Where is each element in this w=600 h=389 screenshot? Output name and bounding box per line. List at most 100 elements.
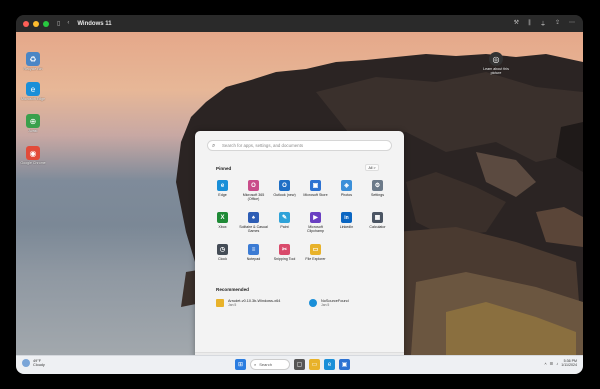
- wrench-icon[interactable]: ⚒: [514, 19, 519, 28]
- search-placeholder: Search for apps, settings, and documents: [222, 143, 304, 148]
- recycle-bin-icon: ♻: [26, 52, 40, 66]
- avast-icon: ⊕: [26, 114, 40, 128]
- edge-icon: [309, 299, 317, 307]
- desktop-icon-chrome[interactable]: ◉ Google Chrome: [20, 146, 46, 165]
- more-icon[interactable]: ⋯: [569, 19, 575, 28]
- taskbar: 49°F Cloudy ⊞ ⌕ Search ▢ ▭ e ▣ ˄ ☰ ♪ 5:36…: [16, 355, 583, 374]
- xbox-icon: X: [217, 212, 228, 223]
- close-window-button[interactable]: [23, 20, 29, 27]
- folder-icon: ▭: [310, 244, 321, 255]
- app-label: Xbox: [218, 225, 227, 229]
- store-icon[interactable]: ▣: [339, 359, 350, 370]
- clock-date: 1/11/2024: [561, 363, 577, 368]
- app-label: Photos: [340, 193, 353, 197]
- usb-icon[interactable]: ⏚: [540, 19, 546, 28]
- pinned-app-calculator[interactable]: ▦ Calculator: [362, 211, 393, 239]
- notepad-icon: ≡: [248, 244, 259, 255]
- app-label: Solitaire & Casual Games: [239, 225, 268, 234]
- host-background: ▯ ‹ Windows 11 ⚒ ∥ ⏚ ⇪ ⋯ ♻ Recycle Bin e…: [0, 0, 600, 389]
- pause-icon[interactable]: ∥: [528, 19, 531, 28]
- desktop-icon-edge[interactable]: e Microsoft Edge: [20, 82, 46, 101]
- taskbar-search-label: Search: [259, 362, 272, 367]
- pinned-app-office[interactable]: O Microsoft 365 (Office): [238, 179, 269, 207]
- recommended-item[interactable]: Arrudet-v0.10.3b-Windows-x64 Jan 5: [216, 299, 280, 307]
- office-icon: O: [248, 180, 259, 191]
- pinned-app-snipping-tool[interactable]: ✂ Snipping Tool: [269, 243, 300, 271]
- file-explorer-icon[interactable]: ▭: [309, 359, 320, 370]
- windows-start-icon[interactable]: ⊞: [235, 359, 246, 370]
- store-icon: ▣: [310, 180, 321, 191]
- pinned-app-paint[interactable]: ✎ Paint: [269, 211, 300, 239]
- share-icon[interactable]: ⇪: [555, 19, 560, 28]
- app-label: LinkedIn: [339, 225, 354, 229]
- pinned-app-settings[interactable]: ⚙ Settings: [362, 179, 393, 207]
- vm-titlebar: ▯ ‹ Windows 11 ⚒ ∥ ⏚ ⇪ ⋯: [16, 15, 583, 32]
- pinned-apps-grid: e Edge O Microsoft 365 (Office) O Outlook (…: [207, 179, 393, 271]
- calculator-icon: ▦: [372, 212, 383, 223]
- pinned-app-outlook[interactable]: O Outlook (new): [269, 179, 300, 207]
- window-title: Windows 11: [77, 20, 112, 27]
- traffic-lights: [23, 20, 49, 27]
- desktop-icon-label: Learn about this picture: [483, 67, 509, 75]
- gear-icon: ⚙: [372, 180, 383, 191]
- scissors-icon: ✂: [279, 244, 290, 255]
- taskbar-apps: ⊞ ⌕ Search ▢ ▭ e ▣: [235, 359, 350, 370]
- back-icon[interactable]: ‹: [67, 20, 69, 27]
- pinned-app-store[interactable]: ▣ Microsoft Store: [300, 179, 331, 207]
- photos-icon: ◈: [341, 180, 352, 191]
- app-label: Outlook (new): [273, 193, 296, 197]
- folder-icon: [216, 299, 224, 307]
- vm-toolbar-right: ⚒ ∥ ⏚ ⇪ ⋯: [514, 19, 575, 28]
- edge-icon[interactable]: e: [324, 359, 335, 370]
- edge-icon: e: [26, 82, 40, 96]
- desktop-icon-label: Avast: [28, 129, 38, 133]
- start-search-input[interactable]: ⌕ Search for apps, settings, and documen…: [207, 140, 392, 151]
- sidebar-icon[interactable]: ▯: [57, 20, 60, 27]
- pinned-app-solitaire[interactable]: ♠ Solitaire & Casual Games: [238, 211, 269, 239]
- windows-desktop: ♻ Recycle Bin e Microsoft Edge ⊕ Avast ◉…: [16, 32, 583, 355]
- desktop-icon-learn-picture[interactable]: ◎ Learn about this picture: [483, 52, 509, 75]
- outlook-icon: O: [279, 180, 290, 191]
- app-label: File Explorer: [305, 257, 326, 261]
- clock-icon: ◷: [217, 244, 228, 255]
- pinned-app-notepad[interactable]: ≡ Notepad: [238, 243, 269, 271]
- pinned-app-edge[interactable]: e Edge: [207, 179, 238, 207]
- zoom-window-button[interactable]: [43, 20, 49, 27]
- task-view-icon[interactable]: ▢: [294, 359, 305, 370]
- recommended-date: Jan 5: [321, 303, 330, 308]
- chrome-icon: ◉: [26, 146, 40, 160]
- pinned-app-linkedin[interactable]: in LinkedIn: [331, 211, 362, 239]
- clock[interactable]: 5:36 PM 1/11/2024: [561, 359, 577, 368]
- app-label: Clock: [218, 257, 227, 261]
- weather-widget[interactable]: 49°F Cloudy: [22, 359, 45, 368]
- chevron-up-icon[interactable]: ˄: [544, 361, 546, 366]
- vm-window: ▯ ‹ Windows 11 ⚒ ∥ ⏚ ⇪ ⋯ ♻ Recycle Bin e…: [16, 15, 583, 374]
- desktop-icon-recycle-bin[interactable]: ♻ Recycle Bin: [20, 52, 46, 71]
- search-icon: ⌕: [254, 362, 257, 367]
- pinned-app-photos[interactable]: ◈ Photos: [331, 179, 362, 207]
- minimize-window-button[interactable]: [33, 20, 39, 27]
- taskbar-search[interactable]: ⌕ Search: [250, 359, 290, 370]
- weather-description: Cloudy: [33, 363, 45, 368]
- edge-icon: e: [217, 180, 228, 191]
- pinned-heading: Pinned: [216, 166, 232, 171]
- vm-toolbar-left: ▯ ‹: [57, 20, 69, 27]
- pinned-app-xbox[interactable]: X Xbox: [207, 211, 238, 239]
- recommended-item[interactable]: NoSourceFound Jan 5: [309, 299, 349, 307]
- pinned-app-clipchamp[interactable]: ▶ Microsoft Clipchamp: [300, 211, 331, 239]
- cards-icon: ♠: [248, 212, 259, 223]
- all-apps-button[interactable]: All >: [365, 164, 379, 171]
- desktop-icon-label: Google Chrome: [20, 161, 46, 165]
- app-label: Microsoft 365 (Office): [242, 193, 265, 202]
- system-tray: ˄ ☰ ♪ 5:36 PM 1/11/2024: [544, 359, 577, 368]
- app-label: Paint: [280, 225, 289, 229]
- desktop-icon-avast[interactable]: ⊕ Avast: [20, 114, 46, 133]
- app-label: Notepad: [246, 257, 261, 261]
- app-label: Microsoft Clipchamp: [307, 225, 324, 234]
- pinned-app-clock[interactable]: ◷ Clock: [207, 243, 238, 271]
- pinned-app-file-explorer[interactable]: ▭ File Explorer: [300, 243, 331, 271]
- app-label: Edge: [218, 193, 227, 197]
- network-icon[interactable]: ☰: [550, 361, 554, 366]
- app-label: Calculator: [369, 225, 386, 229]
- volume-icon[interactable]: ♪: [556, 361, 558, 366]
